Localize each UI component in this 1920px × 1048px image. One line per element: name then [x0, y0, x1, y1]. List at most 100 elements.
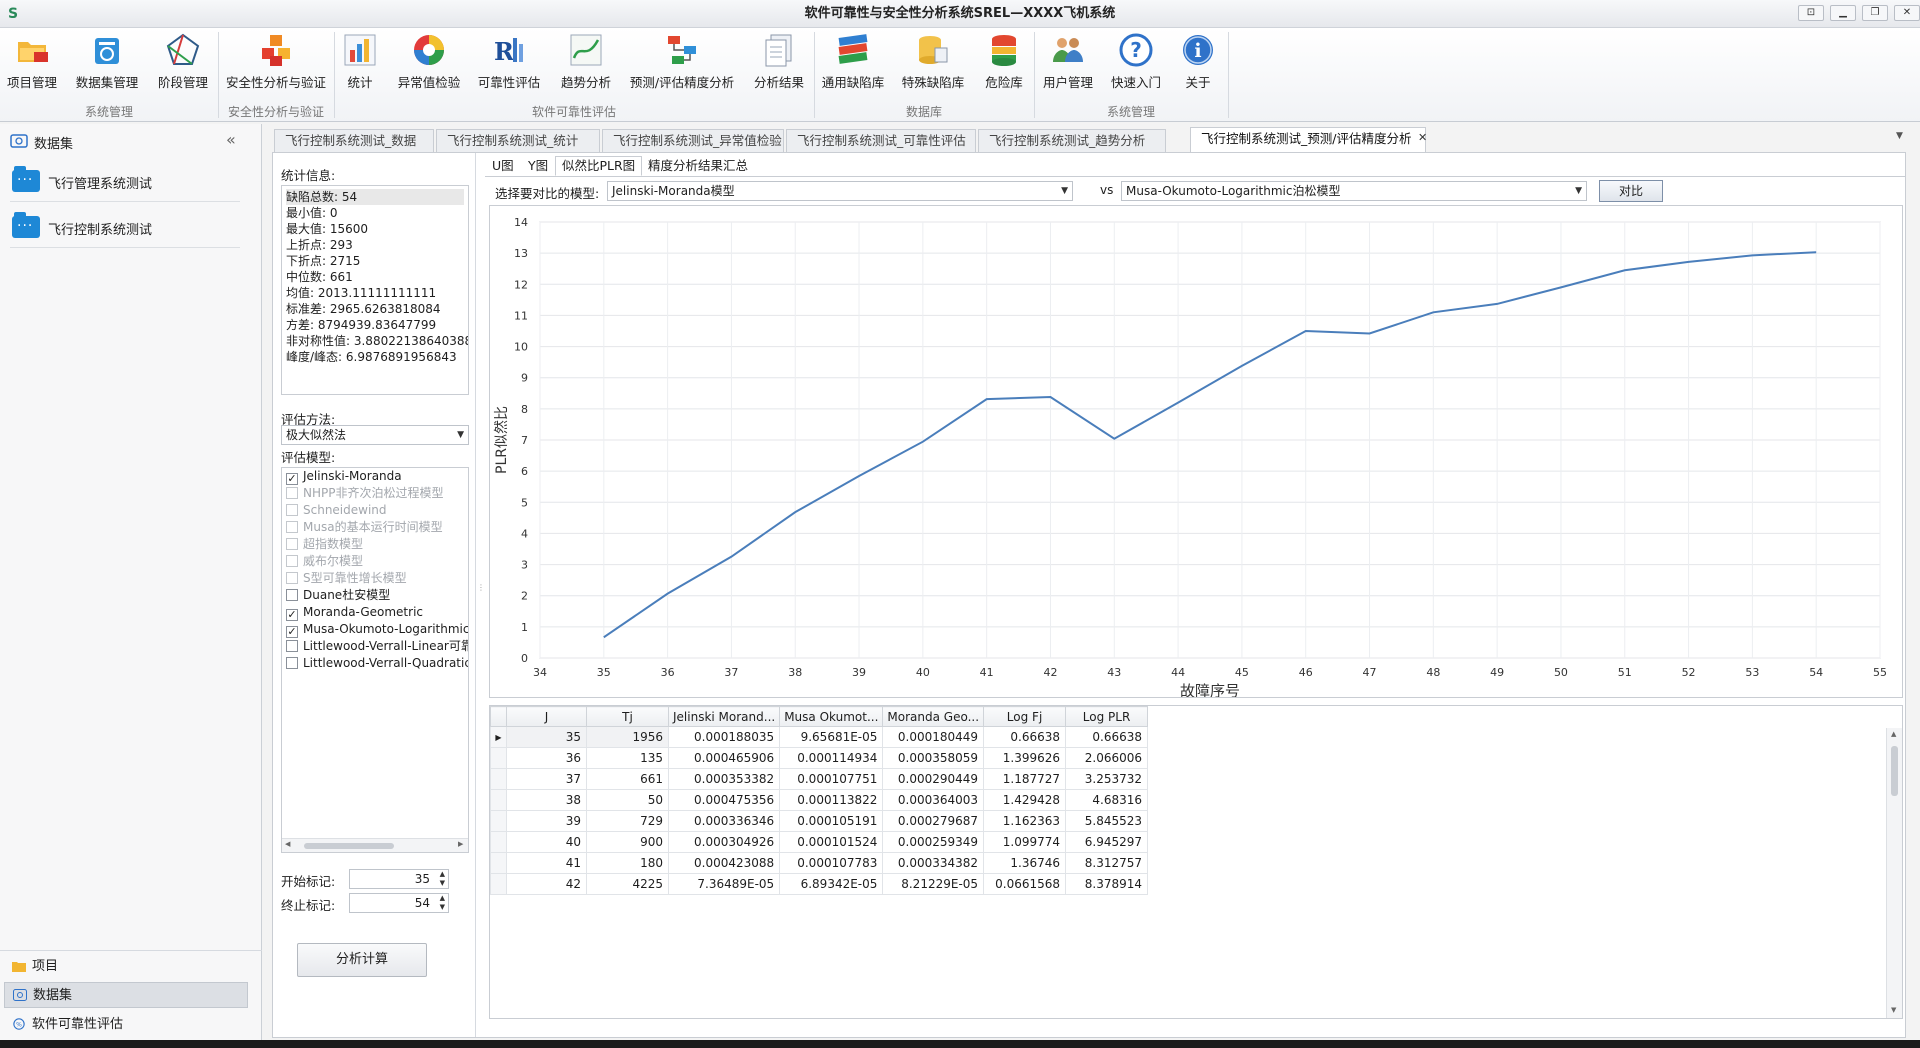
y-tick-label: 1 [521, 621, 528, 634]
checkbox-checked-icon: ✓ [286, 608, 298, 621]
start-mark-spinner[interactable]: 35 ▲ ▼ [349, 869, 449, 889]
reliability-assessment-button[interactable]: R 可靠性评估 [476, 32, 542, 100]
method-select[interactable]: 极大似然法 ▼ [281, 425, 469, 445]
svg-text:i: i [1194, 40, 1201, 62]
table-row[interactable]: ▶ 35 1956 0.000188035 9.65681E-05 0.000180449… [490, 726, 1149, 748]
stage-management-button[interactable]: 阶段管理 [154, 32, 212, 100]
stage-icon [166, 33, 200, 65]
column-header[interactable]: Moranda Geo... [882, 706, 985, 727]
general-defect-db-button[interactable]: 通用缺陷库 [820, 32, 886, 100]
taskbar-strip [0, 1040, 1920, 1048]
results-grid: J Tj Jelinski Morand... Musa Okumot... M… [489, 705, 1903, 1019]
model-item[interactable]: Littlewood-Verrall-Linear可靠性 [286, 638, 468, 655]
tab-reliability[interactable]: 飞行控制系统测试_可靠性评估 [786, 129, 976, 153]
end-mark-spinner[interactable]: 54 ▲ ▼ [349, 893, 449, 913]
minimize-button[interactable]: ▁ [1830, 5, 1856, 21]
model-item[interactable]: ✓ Jelinski-Moranda [286, 468, 402, 485]
y-tick-label: 10 [514, 341, 528, 354]
y-tick-label: 14 [514, 216, 528, 229]
restore-layout-button[interactable]: ⊡ [1798, 5, 1824, 21]
tab-trend[interactable]: 飞行控制系统测试_趋势分析 [978, 129, 1166, 153]
title-bar: S 软件可靠性与安全性分析系统SREL—XXXX飞机系统 ⊡ ▁ ❐ ✕ [0, 0, 1920, 28]
maximize-button[interactable]: ❐ [1862, 5, 1888, 21]
x-tick-label: 55 [1873, 666, 1887, 679]
table-row[interactable]: 39 729 0.000336346 0.000105191 0.000279687 1.… [490, 810, 1149, 832]
project-folder-icon [18, 42, 48, 62]
table-row[interactable]: 37 661 0.000353382 0.000107751 0.000290449 1.… [490, 768, 1149, 790]
nav-dataset[interactable]: 数据集 [4, 982, 248, 1008]
dropdown-arrow-icon: ▼ [457, 430, 464, 440]
x-tick-label: 37 [724, 666, 738, 679]
special-defect-db-button[interactable]: 特殊缺陷库 [900, 32, 966, 100]
collapse-panel-button[interactable]: « [226, 130, 236, 149]
dataset-icon [95, 38, 119, 64]
tab-accuracy-summary[interactable]: 精度分析结果汇总 [641, 156, 755, 176]
model-item[interactable]: Duane杜安模型 [286, 587, 390, 604]
start-mark-label: 开始标记: [281, 874, 336, 889]
model-item[interactable]: Littlewood-Verrall-Quadratic可靠 [286, 655, 468, 672]
dataset-management-button[interactable]: 数据集管理 [72, 32, 142, 100]
checkbox-icon [286, 538, 298, 550]
trend-analysis-button[interactable]: 趋势分析 [558, 32, 614, 100]
stats-box: 缺陷总数: 54 最小值: 0 最大值: 15600 上折点: 293 下折点:… [281, 185, 469, 395]
flow-icon [668, 36, 696, 64]
dataset-item-flight-control[interactable]: 飞行控制系统测试 [10, 208, 240, 248]
column-header[interactable]: Log PLR [1065, 706, 1149, 727]
tab-y-plot[interactable]: Y图 [521, 156, 555, 176]
vertical-scrollbar[interactable]: ▲ ▼ [1886, 728, 1902, 1018]
model-a-select[interactable]: Jelinski-Moranda模型 ▼ [607, 181, 1073, 201]
nav-project[interactable]: 项目 [4, 954, 248, 980]
splitter-handle[interactable]: ⋮ [477, 583, 485, 613]
project-management-button[interactable]: 项目管理 [4, 32, 60, 100]
table-row[interactable]: 41 180 0.000423088 0.000107783 0.000334382 1.… [490, 852, 1149, 874]
about-button[interactable]: i 关于 [1178, 32, 1218, 100]
books-icon [838, 34, 868, 64]
tab-u-plot[interactable]: U图 [485, 156, 521, 176]
spinner-arrows-icon[interactable]: ▲ ▼ [440, 894, 445, 912]
nav-reliability[interactable]: % 软件可靠性评估 [4, 1012, 248, 1038]
x-tick-label: 34 [533, 666, 547, 679]
tab-plr-plot[interactable]: 似然比PLR图 [555, 156, 643, 176]
prediction-accuracy-button[interactable]: 预测/评估精度分析 [628, 32, 736, 100]
column-header[interactable]: Tj [586, 706, 669, 727]
tab-overflow-chevron-icon[interactable]: ▼ [1896, 131, 1903, 141]
close-tab-icon[interactable]: ✕ [1418, 131, 1427, 144]
model-b-select[interactable]: Musa-Okumoto-Logarithmic泊松模型 ▼ [1121, 181, 1587, 201]
user-management-button[interactable]: 用户管理 [1040, 32, 1096, 100]
column-header[interactable]: Log Fj [983, 706, 1067, 727]
group-label-database: 数据库 [905, 105, 942, 119]
model-item: 超指数模型 [286, 536, 363, 553]
dataset-small-icon [10, 134, 28, 148]
table-row[interactable]: 42 4225 7.36489E-05 6.89342E-05 8.21229E-05 0… [490, 873, 1149, 895]
compare-button[interactable]: 对比 [1599, 180, 1663, 202]
table-row[interactable]: 38 50 0.000475356 0.000113822 0.000364003 1.4… [490, 789, 1149, 811]
stat-line: 最大值: 15600 [286, 222, 369, 236]
analysis-results-button[interactable]: 分析结果 [750, 32, 808, 100]
outlier-test-button[interactable]: 异常值检验 [394, 32, 464, 100]
tab-statistics[interactable]: 飞行控制系统测试_统计 [436, 129, 600, 153]
column-header[interactable]: Jelinski Morand... [667, 706, 781, 727]
model-item[interactable]: ✓ Moranda-Geometric [286, 604, 423, 621]
model-item[interactable]: ✓Musa-Okumoto-Logarithmic泊松 [286, 621, 468, 638]
checkbox-icon [286, 504, 298, 516]
safety-analysis-button[interactable]: 安全性分析与验证 [224, 32, 328, 100]
y-tick-label: 4 [521, 527, 528, 540]
dataset-item-flight-management[interactable]: 飞行管理系统测试 [10, 162, 240, 202]
stat-line: 下折点: 2715 [286, 254, 361, 268]
tab-data[interactable]: 飞行控制系统测试_数据 [274, 129, 434, 153]
table-row[interactable]: 40 900 0.000304926 0.000101524 0.000259349 1.… [490, 831, 1149, 853]
column-header[interactable]: Musa Okumot... [779, 706, 884, 727]
quick-start-button[interactable]: ? 快速入门 [1108, 32, 1164, 100]
y-tick-label: 3 [521, 559, 528, 572]
spinner-arrows-icon[interactable]: ▲ ▼ [440, 870, 445, 888]
horizontal-scrollbar[interactable]: ◀ ▶ [282, 838, 468, 852]
table-row[interactable]: 36 135 0.000465906 0.000114934 0.000358059 1.… [490, 747, 1149, 769]
column-header[interactable]: J [506, 706, 587, 727]
danger-db-button[interactable]: 危险库 [980, 32, 1028, 100]
close-button[interactable]: ✕ [1894, 5, 1920, 21]
analyze-button[interactable]: 分析计算 [297, 943, 427, 977]
statistics-button[interactable]: 统计 [340, 32, 380, 100]
tab-outlier[interactable]: 飞行控制系统测试_异常值检验 [602, 129, 784, 153]
svg-text:%: % [16, 1022, 22, 1029]
tab-accuracy-analysis[interactable]: 飞行控制系统测试_预测/评估精度分析 [1190, 127, 1426, 154]
